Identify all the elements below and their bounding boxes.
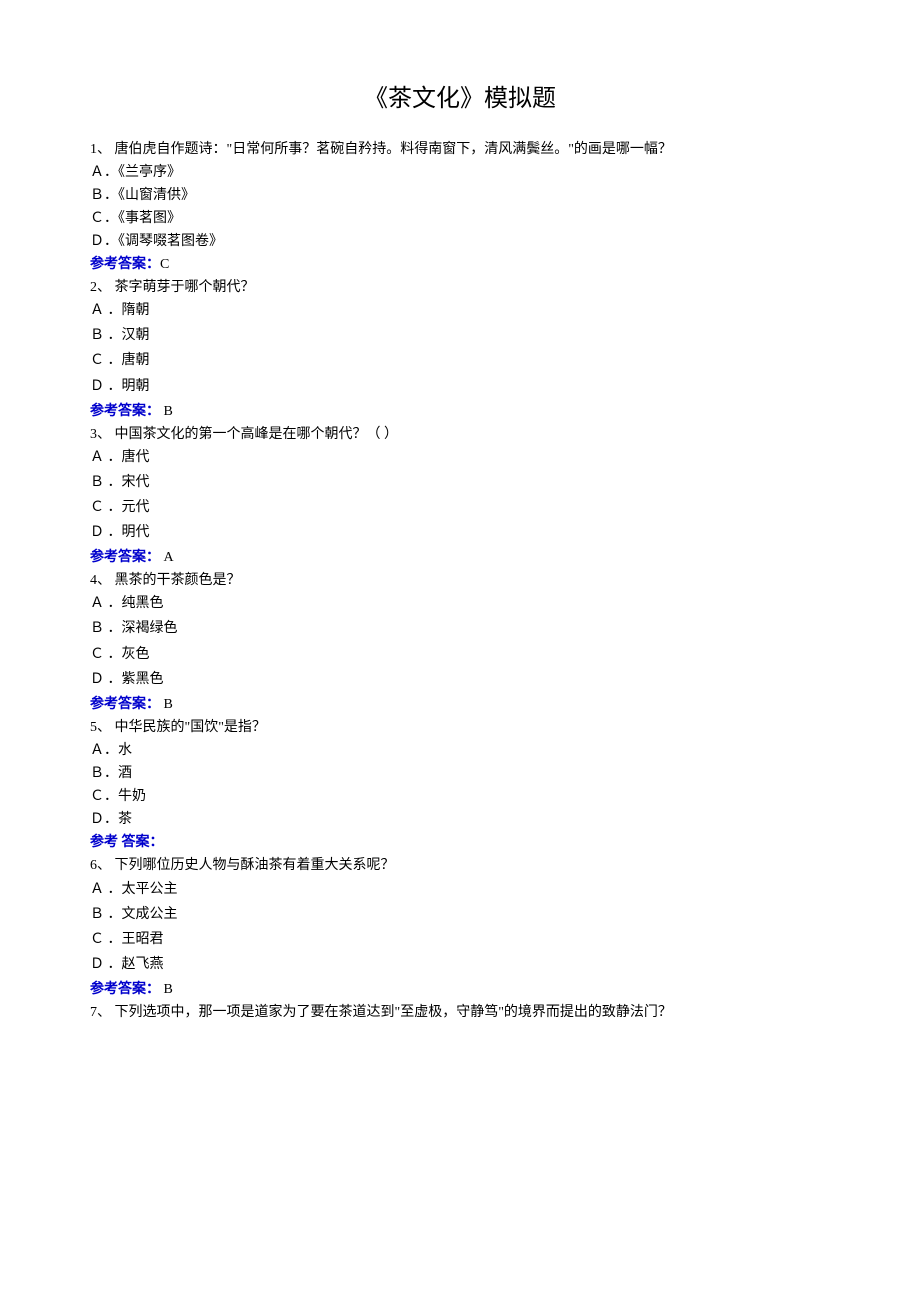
question-number: 7、 — [90, 1005, 111, 1020]
answer-label: 参考答案： — [90, 697, 160, 712]
question-3: 3、 中国茶文化的第一个高峰是在哪个朝代？（ ） Ａ ．唐代 Ｂ ．宋代 Ｃ ．… — [90, 423, 830, 570]
question-body: 中华民族的"国饮"是指？ — [115, 720, 266, 735]
option-a: Ａ ．太平公主 — [90, 878, 830, 901]
question-text: 3、 中国茶文化的第一个高峰是在哪个朝代？（ ） — [90, 423, 830, 446]
question-number: 5、 — [90, 720, 111, 735]
question-number: 4、 — [90, 573, 111, 588]
question-text: 6、 下列哪位历史人物与酥油茶有着重大关系呢？ — [90, 854, 830, 877]
option-d: Ｄ．茶 — [90, 808, 830, 831]
question-body: 黑茶的干茶颜色是？ — [115, 573, 241, 588]
option-a: Ａ ．纯黑色 — [90, 592, 830, 615]
option-c: Ｃ ．元代 — [90, 496, 830, 519]
option-d: Ｄ ．明朝 — [90, 375, 830, 398]
answer-value: B — [160, 697, 173, 712]
question-2: 2、 茶字萌芽于哪个朝代？ Ａ ．隋朝 Ｂ ．汉朝 Ｃ ．唐朝 Ｄ ．明朝 参考… — [90, 276, 830, 423]
option-b: Ｂ ．文成公主 — [90, 903, 830, 926]
question-text: 1、 唐伯虎自作题诗："日常何所事？茗碗自矜持。料得南窗下，清风满鬓丝。"的画是… — [90, 138, 830, 161]
option-b: Ｂ ．宋代 — [90, 471, 830, 494]
question-text: 7、 下列选项中，那一项是道家为了要在茶道达到"至虚极，守静笃"的境界而提出的致… — [90, 1001, 830, 1024]
answer-value: A — [160, 550, 174, 565]
question-body: 下列选项中，那一项是道家为了要在茶道达到"至虚极，守静笃"的境界而提出的致静法门… — [115, 1005, 672, 1020]
option-b: Ｂ ．深褐绿色 — [90, 617, 830, 640]
question-body: 唐伯虎自作题诗："日常何所事？茗碗自矜持。料得南窗下，清风满鬓丝。"的画是哪一幅… — [115, 142, 672, 157]
answer-label: 参考答案： — [90, 404, 160, 419]
answer-line: 参考 答案： — [90, 831, 830, 854]
option-d: Ｄ ．紫黑色 — [90, 668, 830, 691]
question-body: 中国茶文化的第一个高峰是在哪个朝代？（ ） — [115, 427, 399, 442]
option-c: Ｃ ．唐朝 — [90, 349, 830, 372]
option-b: Ｂ ．汉朝 — [90, 324, 830, 347]
question-text: 2、 茶字萌芽于哪个朝代？ — [90, 276, 830, 299]
question-1: 1、 唐伯虎自作题诗："日常何所事？茗碗自矜持。料得南窗下，清风满鬓丝。"的画是… — [90, 138, 830, 277]
option-b: Ｂ．酒 — [90, 762, 830, 785]
question-6: 6、 下列哪位历史人物与酥油茶有着重大关系呢？ Ａ ．太平公主 Ｂ ．文成公主 … — [90, 854, 830, 1001]
answer-line: 参考答案： B — [90, 693, 830, 716]
option-c: Ｃ．《事茗图》 — [90, 207, 830, 230]
option-a: Ａ ．隋朝 — [90, 299, 830, 322]
answer-label: 参考 答案： — [90, 835, 164, 850]
question-body: 茶字萌芽于哪个朝代？ — [115, 280, 255, 295]
question-number: 2、 — [90, 280, 111, 295]
option-b: Ｂ．《山窗清供》 — [90, 184, 830, 207]
answer-value: B — [160, 404, 173, 419]
answer-value: B — [160, 982, 173, 997]
answer-label: 参考答案： — [90, 550, 160, 565]
question-number: 1、 — [90, 142, 111, 157]
answer-value: C — [160, 257, 169, 272]
option-a: Ａ．《兰亭序》 — [90, 161, 830, 184]
option-a: Ａ．水 — [90, 739, 830, 762]
question-4: 4、 黑茶的干茶颜色是？ Ａ ．纯黑色 Ｂ ．深褐绿色 Ｃ ．灰色 Ｄ ．紫黑色… — [90, 569, 830, 716]
question-7: 7、 下列选项中，那一项是道家为了要在茶道达到"至虚极，守静笃"的境界而提出的致… — [90, 1001, 830, 1024]
question-number: 3、 — [90, 427, 111, 442]
option-c: Ｃ．牛奶 — [90, 785, 830, 808]
answer-label: 参考答案： — [90, 982, 160, 997]
answer-line: 参考答案： A — [90, 546, 830, 569]
answer-line: 参考答案：C — [90, 253, 830, 276]
option-d: Ｄ．《调琴啜茗图卷》 — [90, 230, 830, 253]
option-d: Ｄ ．明代 — [90, 521, 830, 544]
answer-label: 参考答案： — [90, 257, 160, 272]
question-text: 5、 中华民族的"国饮"是指？ — [90, 716, 830, 739]
option-d: Ｄ ．赵飞燕 — [90, 953, 830, 976]
question-number: 6、 — [90, 858, 111, 873]
question-body: 下列哪位历史人物与酥油茶有着重大关系呢？ — [115, 858, 395, 873]
option-c: Ｃ ．灰色 — [90, 643, 830, 666]
answer-line: 参考答案： B — [90, 978, 830, 1001]
option-c: Ｃ ．王昭君 — [90, 928, 830, 951]
question-text: 4、 黑茶的干茶颜色是？ — [90, 569, 830, 592]
option-a: Ａ ．唐代 — [90, 446, 830, 469]
answer-line: 参考答案： B — [90, 400, 830, 423]
page-title: 《茶文化》模拟题 — [90, 80, 830, 120]
question-5: 5、 中华民族的"国饮"是指？ Ａ．水 Ｂ．酒 Ｃ．牛奶 Ｄ．茶 参考 答案： — [90, 716, 830, 855]
